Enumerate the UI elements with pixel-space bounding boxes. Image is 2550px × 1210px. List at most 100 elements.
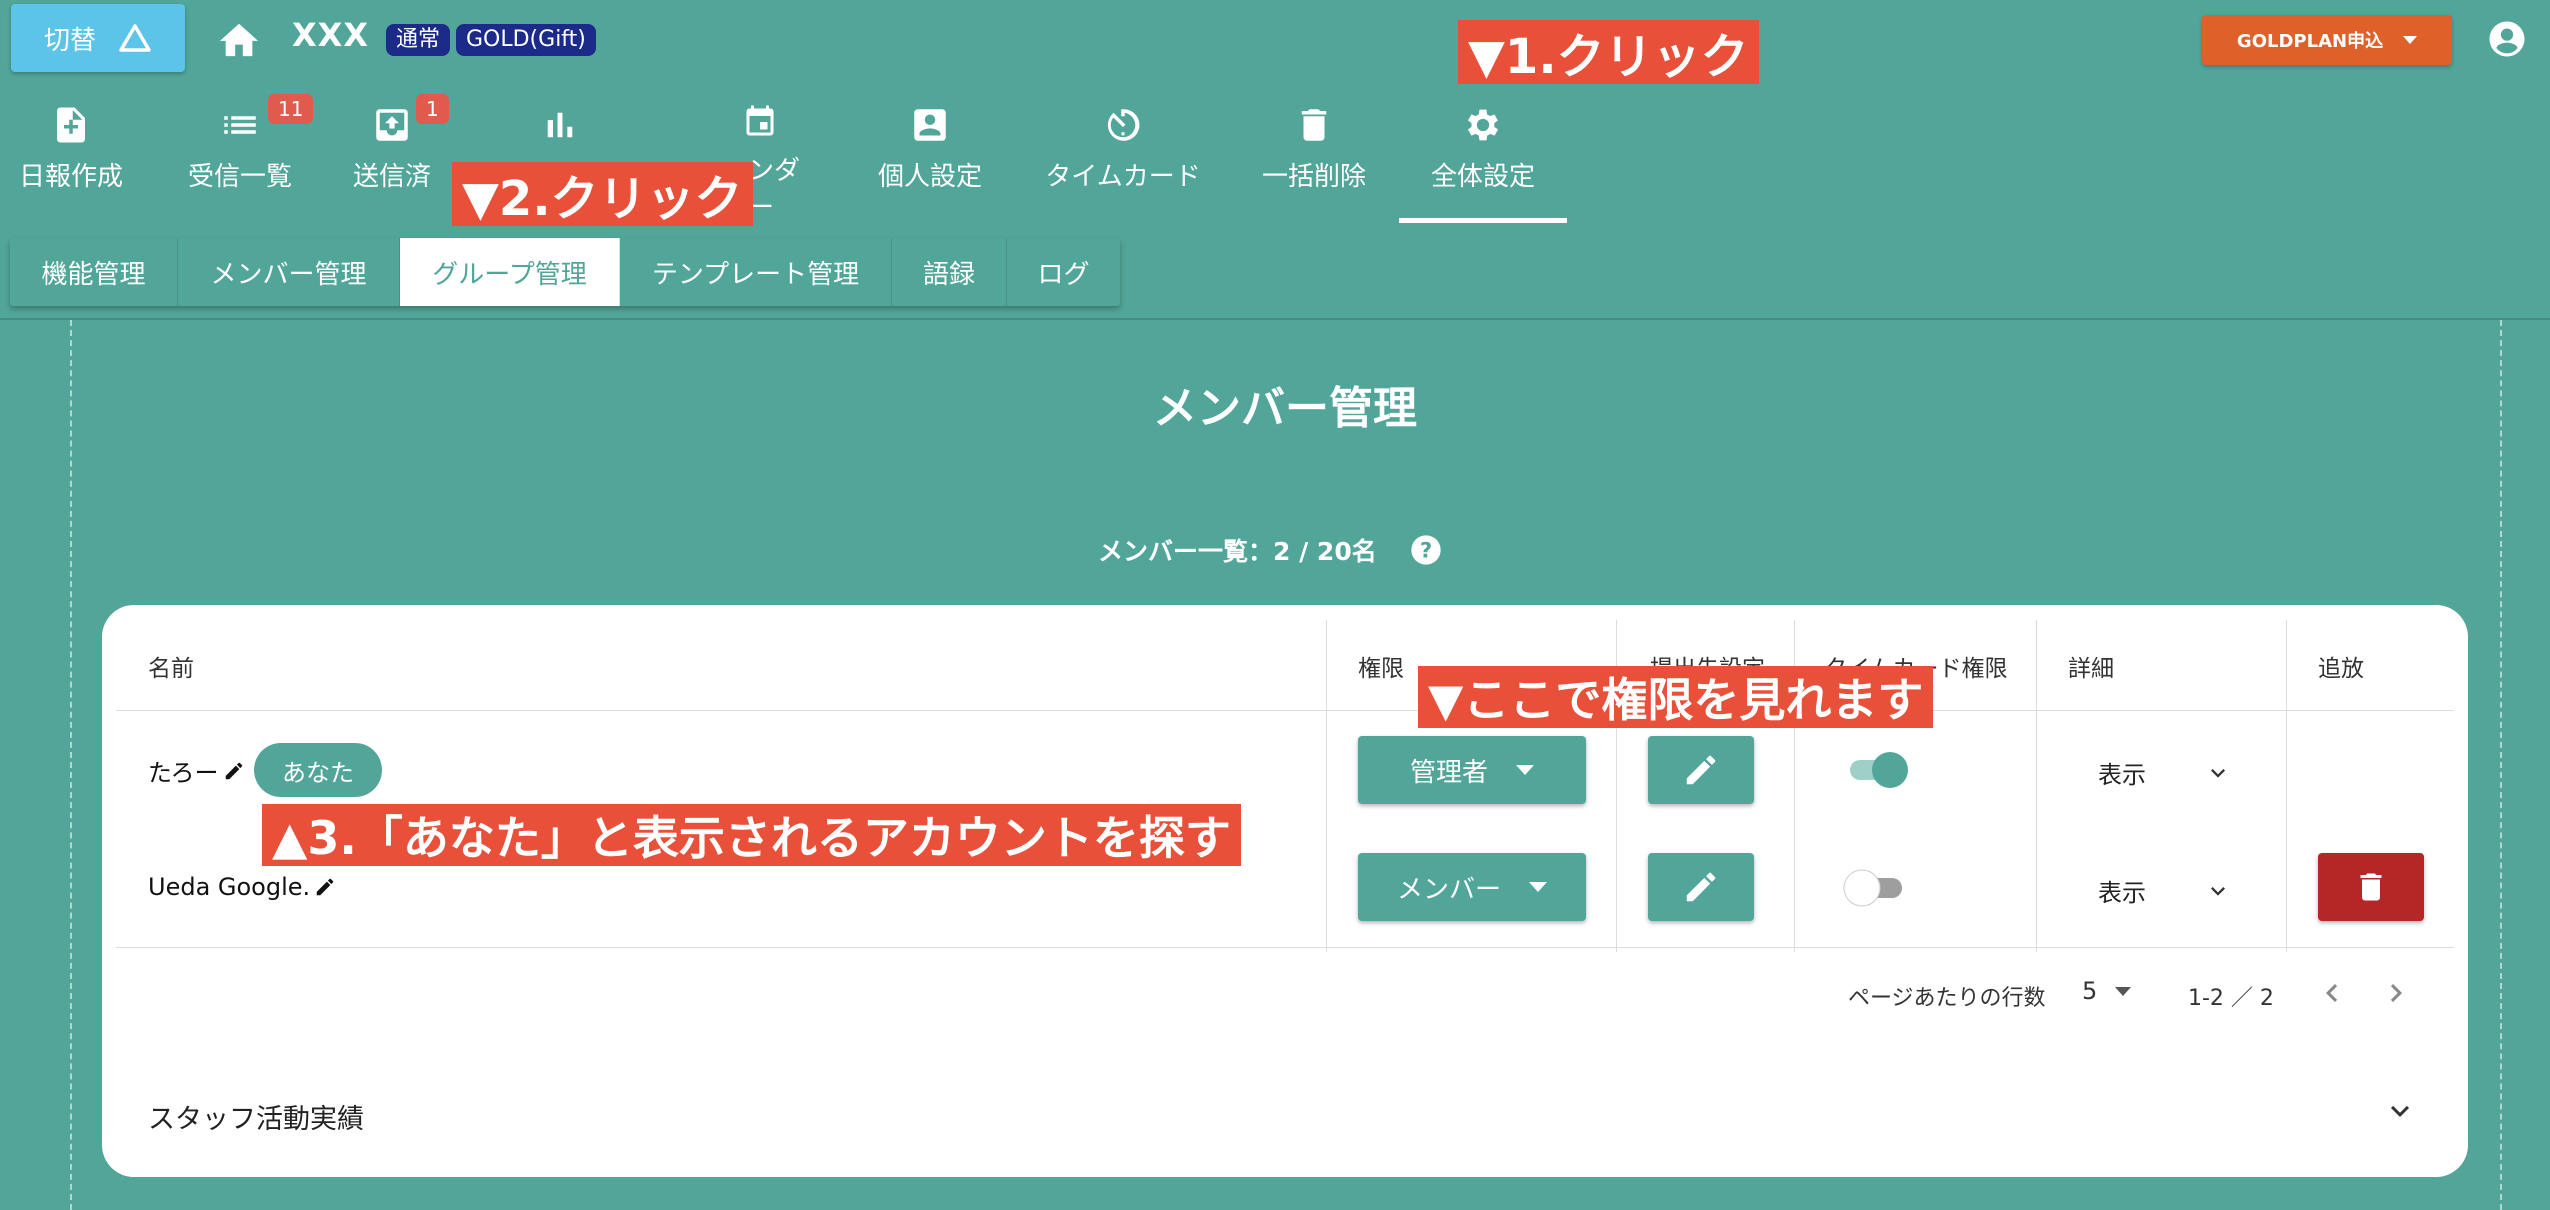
timecard-toggle-on[interactable] [1848,750,1910,790]
nav-active-indicator [1399,218,1567,223]
rows-per-page-label: ページあたりの行数 [1848,986,2046,1011]
switch-label: 切替 [43,25,96,56]
account-box-icon [914,109,946,141]
nav-global-settings[interactable]: 全体設定 [1420,104,1546,224]
caret-down-icon [1516,765,1534,775]
org-name: XXX [292,16,370,54]
member-count: メンバー一覧：2 / 20名 [1098,537,1377,566]
submit-to-edit-button[interactable] [1648,853,1754,921]
role-label: 管理者 [1409,757,1488,788]
col-header-remove: 追放 [2318,656,2364,682]
page-range: 1-2 ／ 2 [2188,986,2274,1011]
role-select-admin[interactable]: 管理者 [1358,736,1586,804]
switch-button[interactable]: 切替 [11,4,185,72]
nav-label: 送信済 [352,162,431,192]
nav-label: ンダー [748,156,801,223]
column-divider [2036,620,2037,952]
callout-step1: ▼1.クリック [1458,20,1759,85]
nav-label: 一括削除 [1261,162,1366,192]
callout-step2: ▼2.クリック [452,162,753,227]
chevron-down-icon [2211,886,2225,896]
next-page-icon[interactable] [2378,975,2414,1011]
row-divider [116,710,2454,711]
tab-glossary[interactable]: 語録 [892,238,1007,306]
caret-down-icon [2403,36,2418,44]
column-divider [1326,620,1327,952]
nav-bulk-delete[interactable]: 一括削除 [1254,104,1374,224]
member-table-card: 名前 権限 提出先設定 タイムカード権限 詳細 追放 たろー あなた 管理者 表… [102,605,2468,1177]
plan-badge-normal: 通常 [386,24,451,56]
svg-text:?: ? [1420,538,1432,563]
col-header-detail: 詳細 [2068,656,2114,682]
account-circle-icon[interactable] [2486,18,2528,60]
file-plus-icon [57,107,85,143]
submit-to-edit-button[interactable] [1648,736,1754,804]
trash-icon [2360,873,2382,901]
col-header-name: 名前 [148,656,194,682]
nav-label: 全体設定 [1430,162,1535,192]
pencil-icon[interactable] [223,760,245,782]
row-divider [116,947,2454,948]
trash-icon [1301,109,1327,141]
caret-down-icon [1529,882,1547,892]
pencil-icon [1686,755,1716,785]
nav-timecard[interactable]: タイムカード [1040,104,1206,224]
goldplan-apply-button[interactable]: GOLDPLAN申込 [2202,15,2452,65]
caret-down-icon [2115,986,2132,996]
goldplan-apply-label: GOLDPLAN申込 [2236,31,2384,52]
home-icon[interactable] [216,18,262,58]
triangle-icon [119,24,151,52]
detail-label: 表示 [2098,761,2146,789]
role-label: メンバー [1396,874,1501,905]
callout-role-note: ▼ここで権限を見れます [1418,666,1934,728]
tab-template-management[interactable]: テンプレート管理 [620,238,892,306]
callout-step3: ▲3.「あなた」と表示されるアカウントを探す [262,804,1241,866]
nav-daily-report[interactable]: 日報作成 [0,104,142,224]
member-name: Ueda Google. [148,873,311,901]
timecard-toggle-off[interactable] [1842,868,1904,908]
nav-label: 日報作成 [18,162,123,192]
calendar-icon [746,105,774,136]
list-icon [224,116,256,134]
nav-label: 受信一覧 [187,162,292,192]
pencil-icon [1686,872,1716,902]
remove-member-button[interactable] [2318,853,2424,921]
you-badge: あなた [254,743,382,797]
inbox-count-badge: 11 [268,94,314,124]
timer-icon [1107,109,1140,141]
content-guide-right [2500,320,2502,1210]
member-name: たろー [148,759,219,787]
nav-label: 個人設定 [877,162,982,192]
rows-per-page-value: 5 [2082,977,2098,1005]
tab-group-management[interactable]: グループ管理 [400,238,620,306]
detail-toggle[interactable]: 表示 [2098,755,2232,790]
outbox-icon [376,109,408,141]
detail-label: 表示 [2098,879,2146,907]
role-select-member[interactable]: メンバー [1358,853,1586,921]
nav-sent[interactable]: 送信済 1 [340,94,449,224]
col-header-role: 権限 [1358,656,1404,682]
content-guide-left [70,320,72,1210]
tab-log[interactable]: ログ [1007,238,1120,306]
nav-inbox[interactable]: 受信一覧 11 [170,94,314,224]
nav-personal-settings[interactable]: 個人設定 [870,104,990,224]
tab-member-management[interactable]: メンバー管理 [178,238,400,306]
gear-icon [1467,109,1499,141]
chevron-down-icon[interactable] [2382,1093,2418,1129]
table-row: たろー [148,753,245,788]
bar-chart-icon [547,112,573,138]
tab-feature-management[interactable]: 機能管理 [10,238,178,306]
sent-count-badge: 1 [416,94,449,124]
chevron-down-icon [2211,768,2225,778]
detail-toggle[interactable]: 表示 [2098,873,2232,908]
nav-label: タイムカード [1045,162,1201,192]
page-title: メンバー管理 [1153,383,1417,434]
pencil-icon[interactable] [314,876,336,898]
prev-page-icon[interactable] [2314,975,2350,1011]
header-divider [0,318,2550,320]
rows-per-page-select[interactable]: 5 [2082,977,2132,1005]
column-divider [2286,620,2287,952]
staff-activity-section-title[interactable]: スタッフ活動実績 [148,1097,364,1136]
settings-subtabs: 機能管理 メンバー管理 グループ管理 テンプレート管理 語録 ログ [10,238,1120,306]
help-icon[interactable]: ? [1410,534,1442,566]
